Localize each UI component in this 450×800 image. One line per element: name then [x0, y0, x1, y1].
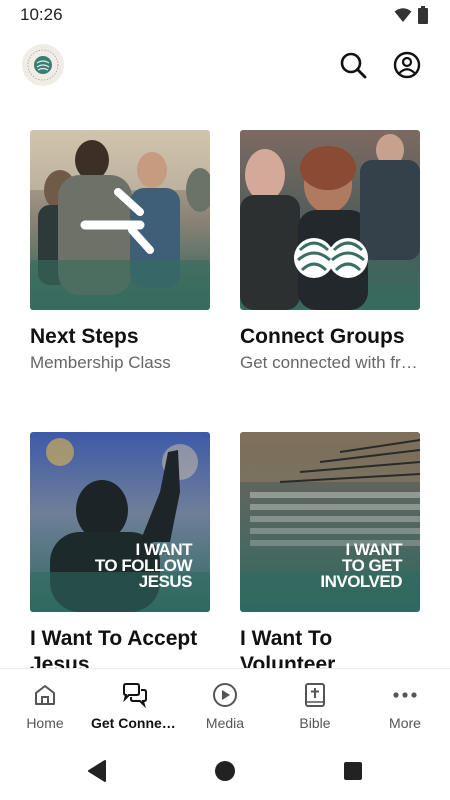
next-steps-image: [30, 130, 210, 310]
search-icon: [340, 52, 367, 79]
thumb-overlay-text: I WANT TO GET INVOLVED: [320, 541, 402, 591]
get-involved-image: I WANT TO GET INVOLVED: [240, 432, 420, 612]
nav-item-more[interactable]: More: [360, 669, 450, 740]
wifi-icon: [394, 8, 412, 22]
app-header: [0, 40, 450, 92]
status-bar: 10:26: [0, 0, 450, 30]
nav-item-get-connected[interactable]: Get Connected: [90, 669, 180, 740]
recents-button[interactable]: [340, 758, 366, 784]
system-nav-bar: [0, 740, 450, 800]
card-title: Next Steps: [30, 325, 139, 348]
nav-item-bible[interactable]: Bible: [270, 669, 360, 740]
status-icons: [394, 6, 428, 24]
back-button[interactable]: [84, 758, 110, 784]
home-icon: [31, 681, 59, 709]
status-time: 10:26: [20, 5, 63, 24]
bottom-nav: Home Get Connected Media Bible More: [0, 668, 450, 740]
battery-icon: [418, 6, 428, 24]
home-circle-icon: [215, 761, 235, 781]
back-triangle-icon: [88, 760, 106, 782]
card-subtitle: Membership Class: [30, 353, 171, 372]
church-logo-icon[interactable]: [22, 44, 64, 86]
account-icon: [393, 51, 421, 79]
nav-label: More: [389, 715, 421, 731]
overlay-line: INVOLVED: [320, 572, 402, 591]
content-grid: Next Steps Membership Class Connect Grou…: [0, 92, 450, 668]
overlay-line: JESUS: [138, 572, 193, 591]
profile-button[interactable]: [392, 50, 422, 80]
card-title: Connect Groups: [240, 325, 405, 348]
nav-label: Home: [26, 715, 64, 731]
nav-item-media[interactable]: Media: [180, 669, 270, 740]
card-subtitle: Get connected with friends: [240, 353, 418, 372]
chat-bubbles-icon: [121, 681, 149, 709]
nav-label: Get Connected: [91, 715, 179, 731]
recents-square-icon: [344, 762, 362, 780]
card-accept-jesus[interactable]: I WANT TO FOLLOW JESUS I Want To Accept …: [30, 432, 210, 668]
connect-groups-image: [240, 130, 420, 310]
card-next-steps[interactable]: Next Steps Membership Class: [30, 130, 210, 373]
nav-item-home[interactable]: Home: [0, 669, 90, 740]
bible-icon: [301, 681, 329, 709]
card-connect-groups[interactable]: Connect Groups Get connected with friend…: [240, 130, 420, 373]
search-button[interactable]: [338, 50, 368, 80]
nav-label: Media: [205, 715, 245, 731]
follow-jesus-image: I WANT TO FOLLOW JESUS: [30, 432, 210, 612]
more-horizontal-icon: [391, 681, 419, 709]
thumb-overlay-text: I WANT TO FOLLOW JESUS: [95, 541, 193, 591]
card-title: I Want To Accept Jesus: [30, 627, 198, 668]
card-volunteer[interactable]: I WANT TO GET INVOLVED I Want To Volunte…: [240, 432, 420, 668]
home-system-button[interactable]: [212, 758, 238, 784]
card-title: I Want To Volunteer: [240, 627, 336, 668]
nav-label: Bible: [299, 715, 331, 731]
play-circle-icon: [211, 681, 239, 709]
